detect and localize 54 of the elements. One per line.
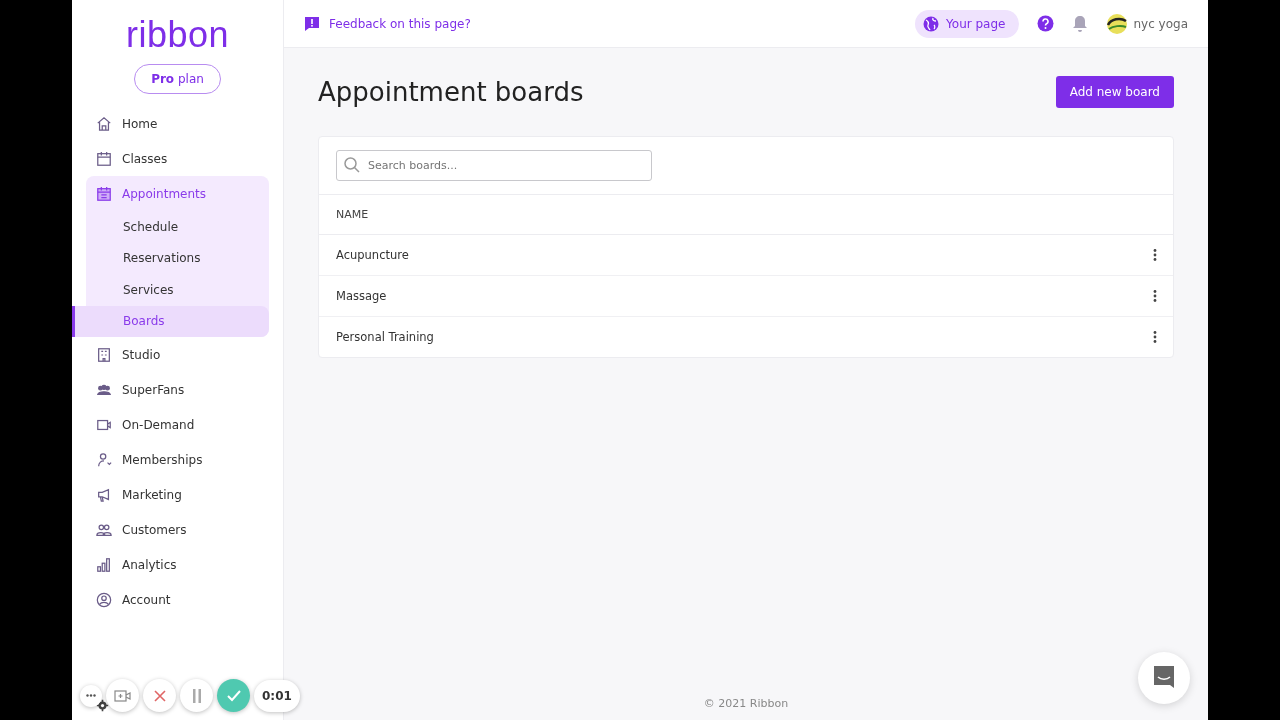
megaphone-icon: [96, 486, 112, 503]
nav-item[interactable]: Marketing: [86, 477, 269, 512]
nav-subitem[interactable]: Services: [86, 274, 269, 306]
nav-item[interactable]: Classes: [86, 141, 269, 176]
board-name[interactable]: Massage: [336, 289, 387, 303]
chat-button[interactable]: [1138, 652, 1190, 704]
nav-item[interactable]: Studio: [86, 337, 269, 372]
plan-badge[interactable]: Pro plan: [134, 64, 221, 94]
nav-item[interactable]: Home: [86, 106, 269, 141]
calendar-grid-icon: [96, 185, 112, 202]
account-name[interactable]: nyc yoga: [1133, 16, 1188, 31]
more-button[interactable]: [80, 684, 102, 707]
nav-item[interactable]: Memberships: [86, 442, 269, 477]
recording-timer: 0:01: [254, 679, 300, 712]
feedback-link[interactable]: Feedback on this page?: [304, 15, 471, 32]
calendar-icon: [96, 150, 112, 167]
column-header: NAME: [336, 208, 369, 221]
footer-copyright: © 2021 Ribbon: [703, 697, 789, 710]
nav-item[interactable]: Analytics: [86, 547, 269, 582]
add-board-button[interactable]: Add new board: [1055, 76, 1174, 108]
more-vertical-icon[interactable]: [1153, 249, 1157, 261]
nav-item[interactable]: Customers: [86, 512, 269, 547]
avatar-icon[interactable]: [1106, 12, 1129, 35]
logo: ribbon: [125, 14, 230, 56]
board-name[interactable]: Acupuncture: [336, 248, 409, 262]
page-title: Appointment boards: [318, 77, 584, 107]
help-icon[interactable]: [1037, 15, 1055, 32]
nav-item[interactable]: Appointments: [86, 176, 269, 211]
check-icon: [226, 689, 241, 702]
pause-icon: [191, 688, 202, 703]
nav-subitem[interactable]: Boards: [72, 305, 269, 337]
chat-icon: [1152, 665, 1176, 691]
bars-icon: [96, 556, 112, 573]
more-icon: [86, 694, 96, 697]
board-name[interactable]: Personal Training: [336, 330, 434, 344]
camera-icon: [113, 689, 132, 702]
nav-subitem[interactable]: Reservations: [86, 242, 269, 274]
member-icon: [96, 451, 112, 468]
search-icon: [344, 157, 360, 173]
more-vertical-icon[interactable]: [1153, 290, 1157, 302]
search-field[interactable]: Search boards...: [336, 150, 652, 181]
nav-item[interactable]: SuperFans: [86, 372, 269, 407]
building-icon: [96, 346, 112, 363]
home-icon: [96, 115, 112, 132]
account-icon: [96, 591, 112, 608]
your-page-button[interactable]: Your page: [915, 9, 1020, 38]
nav-subitem[interactable]: Schedule: [86, 211, 269, 243]
nav-item[interactable]: On-Demand: [86, 407, 269, 442]
globe-icon: [923, 15, 940, 32]
feedback-icon: [304, 15, 320, 32]
close-icon: [153, 689, 166, 702]
customers-icon: [96, 521, 112, 538]
more-vertical-icon[interactable]: [1153, 331, 1157, 343]
nav-item[interactable]: Account: [86, 582, 269, 617]
